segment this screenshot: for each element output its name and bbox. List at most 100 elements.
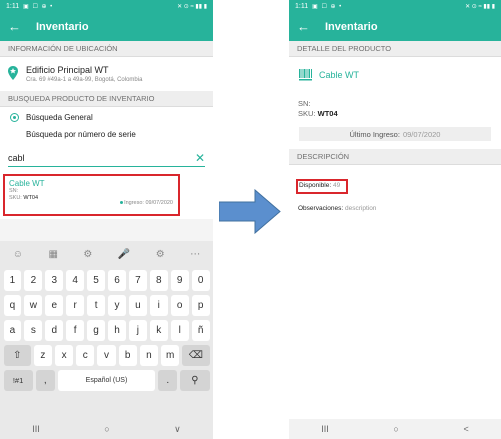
product-sn: SN: — [289, 99, 501, 109]
sku-value: WT04 — [317, 109, 338, 118]
key[interactable]: 7 — [128, 270, 147, 291]
section-detail-header: DETALLE DEL PRODUCTO — [289, 41, 501, 57]
key[interactable]: 5 — [87, 270, 106, 291]
key[interactable]: 4 — [66, 270, 85, 291]
key[interactable]: 0 — [191, 270, 210, 291]
result-ingreso: Ingreso: 09/07/2020 — [120, 200, 173, 206]
key[interactable]: y — [108, 295, 126, 316]
comma-key[interactable]: , — [35, 370, 55, 391]
location-pin-icon — [8, 66, 18, 80]
key[interactable]: u — [128, 295, 147, 316]
key[interactable]: r — [66, 295, 85, 316]
result-sku-value: WT04 — [23, 195, 39, 201]
status-notification-icons: ▣ ☐ ⊕ • — [23, 3, 54, 10]
search-input[interactable]: cabl ✕ — [8, 149, 205, 167]
observaciones-row: Observaciones: description — [289, 205, 501, 212]
more-icon[interactable]: ⋯ — [190, 249, 200, 260]
key[interactable]: w — [24, 295, 43, 316]
hide-keyboard-button[interactable]: ∨ — [174, 424, 181, 435]
app-title: Inventario — [36, 20, 89, 33]
key[interactable]: c — [76, 345, 95, 366]
key[interactable]: g — [87, 320, 106, 341]
key[interactable]: b — [118, 345, 137, 366]
key[interactable]: q — [3, 295, 22, 316]
back-arrow-icon[interactable]: ← — [297, 19, 321, 34]
key[interactable]: v — [97, 345, 116, 366]
key[interactable]: o — [170, 295, 189, 316]
period-key[interactable]: . — [158, 370, 178, 391]
key[interactable]: e — [45, 295, 64, 316]
search-key-icon[interactable]: ⚲ — [180, 370, 210, 391]
search-results: Cable WT SN: SKU: WT04 Ingreso: 09/07/20… — [0, 169, 213, 219]
sticker-icon[interactable]: ▦ — [48, 249, 57, 260]
canvas: 1:11 ▣ ☐ ⊕ • ✕ ⊙ ≈ ▮▮ ▮ ← Inventario INF… — [0, 0, 501, 439]
home-button[interactable]: ○ — [393, 424, 398, 434]
radio-general-search[interactable]: Búsqueda General — [0, 109, 213, 126]
disponible-value: 49 — [332, 182, 341, 189]
location-info: Edificio Principal WT Cra. 69 #49a-1 a 4… — [0, 57, 213, 91]
phone-search-screen: 1:11 ▣ ☐ ⊕ • ✕ ⊙ ≈ ▮▮ ▮ ← Inventario INF… — [0, 0, 213, 439]
home-button[interactable]: ○ — [104, 424, 109, 434]
section-description-header: DESCRIPCIÓN — [289, 149, 501, 165]
key[interactable]: f — [66, 320, 85, 341]
ultimo-ingreso-value: 09/07/2020 — [402, 129, 441, 139]
key[interactable]: n — [139, 345, 159, 366]
key[interactable]: h — [108, 320, 126, 341]
app-bar: ← Inventario — [289, 12, 501, 41]
status-system-icons: ✕ ⊙ ≈ ▮▮ ▮ — [465, 3, 495, 10]
recents-button[interactable]: III — [32, 424, 40, 434]
status-time: 1:11 — [295, 2, 309, 10]
clear-search-icon[interactable]: ✕ — [195, 151, 205, 165]
key[interactable]: z — [33, 345, 52, 366]
key[interactable]: 6 — [108, 270, 126, 291]
status-bar: 1:11 ▣ ☐ ⊕ • ✕ ⊙ ≈ ▮▮ ▮ — [0, 0, 213, 12]
key[interactable]: m — [161, 345, 180, 366]
observaciones-value: description — [344, 205, 377, 212]
key[interactable]: k — [149, 320, 168, 341]
key[interactable]: l — [170, 320, 189, 341]
app-bar: ← Inventario — [0, 12, 213, 41]
key[interactable]: s — [24, 320, 43, 341]
shift-key[interactable]: ⇧ — [3, 345, 31, 366]
result-product-name: Cable WT — [9, 179, 45, 188]
location-address: Cra. 69 #49a-1 a 49a-99, Bogotá, Colombi… — [26, 77, 143, 83]
gif-icon[interactable]: ⚙ — [83, 249, 92, 260]
recents-button[interactable]: III — [321, 424, 329, 434]
result-ingreso-text: Ingreso: 09/07/2020 — [124, 200, 173, 206]
key[interactable]: p — [191, 295, 210, 316]
emoji-icon[interactable]: ☺ — [13, 249, 23, 260]
back-arrow-icon[interactable]: ← — [8, 19, 32, 34]
radio-serial-search[interactable]: Búsqueda por número de serie — [0, 126, 213, 143]
search-field-container: cabl ✕ — [0, 143, 213, 169]
radio-selected-icon[interactable] — [10, 113, 19, 122]
sku-label: SKU: — [298, 109, 316, 118]
key[interactable]: 8 — [149, 270, 168, 291]
key[interactable]: 3 — [45, 270, 64, 291]
settings-icon[interactable]: ⚙ — [156, 249, 165, 260]
key[interactable]: ñ — [191, 320, 210, 341]
radio-general-label: Búsqueda General — [26, 113, 93, 122]
key[interactable]: i — [149, 295, 168, 316]
product-header: Cable WT — [289, 57, 501, 93]
disponible-row: Disponible: 49 — [299, 182, 340, 189]
microphone-icon[interactable]: 🎤 — [118, 249, 130, 260]
key[interactable]: a — [3, 320, 22, 341]
key[interactable]: 1 — [3, 270, 22, 291]
space-key[interactable]: Español (US) — [58, 370, 155, 391]
backspace-key[interactable]: ⌫ — [182, 345, 210, 366]
result-item-cable-wt[interactable]: Cable WT SN: SKU: WT04 Ingreso: 09/07/20… — [3, 174, 180, 216]
status-time: 1:11 — [6, 2, 20, 10]
key[interactable]: d — [45, 320, 64, 341]
key[interactable]: x — [55, 345, 74, 366]
keyboard-row-bottom: !#1 , Español (US) . ⚲ — [0, 368, 213, 393]
key[interactable]: 9 — [170, 270, 189, 291]
sn-label: SN: — [298, 99, 311, 108]
barcode-icon — [299, 69, 312, 81]
key[interactable]: j — [128, 320, 147, 341]
key[interactable]: t — [87, 295, 106, 316]
flow-arrow-icon — [219, 189, 281, 234]
search-input-value[interactable]: cabl — [8, 153, 195, 163]
key[interactable]: 2 — [24, 270, 43, 291]
back-button[interactable]: < — [463, 424, 468, 434]
symbols-key[interactable]: !#1 — [3, 370, 33, 391]
